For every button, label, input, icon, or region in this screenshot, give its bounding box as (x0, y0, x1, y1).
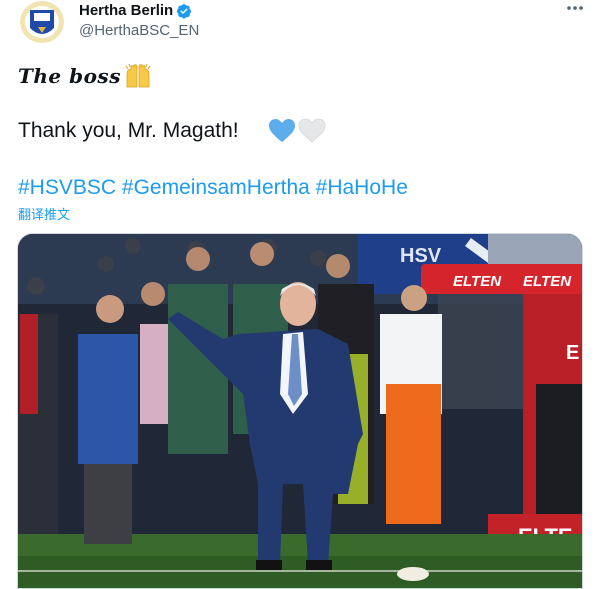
dugout-sign-1: ELTEN (453, 273, 502, 290)
verified-badge-icon (176, 4, 192, 19)
stadium-scene-illustration: HSV ELTEN ELTEN E ELTE (18, 234, 582, 588)
dugout-sign-2: ELTEN (523, 273, 572, 290)
blue-heart-emoji (269, 119, 295, 142)
hashtag-list: #HSVBSC #GemeinsamHertha #HaHoHe (18, 176, 408, 200)
stadium-sign-hsv: HSV (400, 245, 442, 267)
white-heart-emoji (298, 118, 326, 143)
author-name[interactable]: Hertha Berlin (79, 2, 173, 19)
hashtag-link[interactable]: #HSVBSC (18, 176, 116, 199)
avatar[interactable] (18, 0, 66, 44)
raising-hands-emoji (125, 63, 151, 88)
tweet-text-line1: The boss (18, 64, 121, 88)
tweet-text-line2: Thank you, Mr. Magath! (18, 119, 239, 142)
hertha-logo-icon (20, 1, 64, 43)
translate-tweet-link[interactable]: 翻译推文 (18, 204, 70, 223)
more-icon[interactable] (565, 0, 585, 18)
tweet-photo[interactable]: HSV ELTEN ELTEN E ELTE (17, 233, 583, 589)
hashtag-link[interactable]: #GemeinsamHertha (122, 176, 310, 199)
hashtag-link[interactable]: #HaHoHe (316, 176, 408, 199)
dugout-letter: E (566, 342, 579, 364)
author-handle[interactable]: @HerthaBSC_EN (79, 22, 199, 39)
